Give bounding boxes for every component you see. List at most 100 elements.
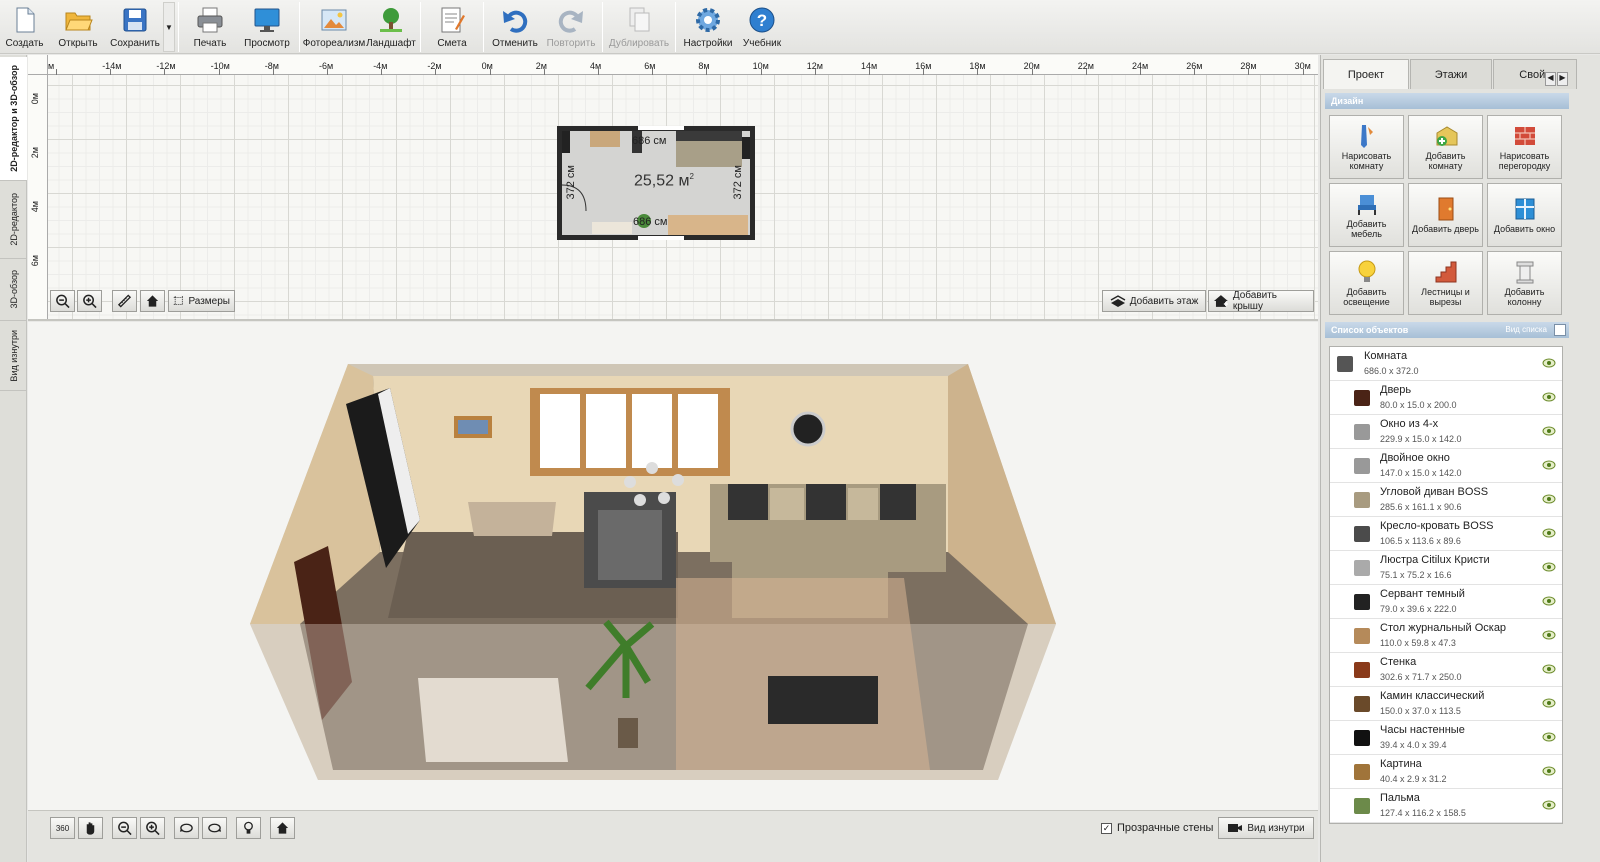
object-list-item[interactable]: Сервант темный 79.0 x 39.6 x 222.0 [1330,585,1562,619]
add-door-button[interactable]: Добавить дверь [1408,183,1483,247]
object-list-item[interactable]: Стол журнальный Оскар 110.0 x 59.8 x 47.3 [1330,619,1562,653]
visibility-eye-icon[interactable] [1542,596,1556,606]
estimate-button[interactable]: Смета [424,0,480,54]
visibility-eye-icon[interactable] [1542,392,1556,402]
visibility-eye-icon[interactable] [1542,698,1556,708]
object-list-item[interactable]: Стенка 302.6 x 71.7 x 250.0 [1330,653,1562,687]
visibility-eye-icon[interactable] [1542,528,1556,538]
visibility-eye-icon[interactable] [1542,800,1556,810]
zoom-out-button[interactable] [50,290,75,312]
tab-2d-and-3d[interactable]: 2D-редактор и 3D-обзор [0,57,27,181]
list-view-icon[interactable] [1554,324,1566,336]
visibility-eye-icon[interactable] [1542,630,1556,640]
measure-button[interactable] [112,290,137,312]
object-list-item[interactable]: Картина 40.4 x 2.9 x 31.2 [1330,755,1562,789]
inside-view-button[interactable]: Вид изнутри [1218,817,1314,839]
zoom-in-button[interactable] [77,290,102,312]
object-list-item[interactable]: Дверь 80.0 x 15.0 x 200.0 [1330,381,1562,415]
preview-button[interactable]: Просмотр [238,0,296,54]
rotate-360-button[interactable]: 360 [50,817,75,839]
home-3d-button[interactable] [270,817,295,839]
save-dropdown-button[interactable]: ▼ [163,2,175,52]
tab-inside-view[interactable]: Вид изнутри [0,321,27,391]
print-button[interactable]: Печать [182,0,238,54]
rotate-left-button[interactable] [174,817,199,839]
object-name: Угловой диван BOSS [1380,486,1489,498]
view-3d[interactable] [28,322,1318,810]
zoom-out-3d-button[interactable] [112,817,137,839]
object-list-item[interactable]: Угловой диван BOSS 285.6 x 161.1 x 90.6 [1330,483,1562,517]
home-view-button[interactable] [140,290,165,312]
object-list-item[interactable]: Двойное окно 147.0 x 15.0 x 142.0 [1330,449,1562,483]
rotate-right-button[interactable] [202,817,227,839]
object-list-item[interactable]: Пальма 127.4 x 116.2 x 158.5 [1330,789,1562,823]
draw-room-button[interactable]: Нарисовать комнату [1329,115,1404,179]
visibility-eye-icon[interactable] [1542,562,1556,572]
plan-2d-editor[interactable]: м -14м -12м -10м -8м -6м -4м -2м 0м 2м 4м 6м 8м 10м 12… [28,55,1318,321]
ruler-label: -14м [102,61,122,71]
visibility-eye-icon[interactable] [1542,766,1556,776]
transparent-walls-toggle[interactable]: ✓ Прозрачные стены [1101,822,1213,834]
object-list-item[interactable]: Комната 686.0 x 372.0 [1330,347,1562,381]
tab-floors[interactable]: Этажи [1410,59,1492,89]
stairs-cutouts-button[interactable]: Лестницы и вырезы [1408,251,1483,315]
zoom-in-3d-button[interactable] [140,817,165,839]
duplicate-button[interactable]: Дублировать [606,0,672,54]
fireplace-icon [1354,696,1370,712]
create-button[interactable]: Создать [0,0,49,54]
dim-top-label: 686 см [632,135,667,147]
object-list-item[interactable]: Камин классический 150.0 x 37.0 x 113.5 [1330,687,1562,721]
objects-list[interactable]: Комната 686.0 x 372.0 Дверь 80.0 x 15.0 x 2… [1329,346,1563,824]
landscape-button[interactable]: Ландшафт [365,0,417,54]
tab-project[interactable]: Проект [1323,59,1409,89]
object-list-item[interactable]: Часы настенные 39.4 x 4.0 x 39.4 [1330,721,1562,755]
draw-room-icon [1360,125,1373,148]
zoom-in-icon [83,294,97,309]
tabs-scroll-right[interactable]: ▶ [1557,72,1568,86]
undo-button[interactable]: Отменить [487,0,543,54]
save-button[interactable]: Сохранить [107,0,163,54]
zoom-out-icon [56,294,70,309]
ruler-tick [164,69,166,75]
ruler-label: 2м [30,147,40,159]
add-room-button[interactable]: Добавить комнату [1408,115,1483,179]
list-view-label[interactable]: Вид списка [1505,322,1547,338]
visibility-eye-icon[interactable] [1542,426,1556,436]
ruler-label: 0м [481,61,493,71]
tab-2d-editor[interactable]: 2D-редактор [0,181,27,259]
object-dimensions: 39.4 x 4.0 x 39.4 [1380,740,1447,750]
printer-icon [197,7,223,33]
object-list-item[interactable]: Окно из 4-х 229.9 x 15.0 x 142.0 [1330,415,1562,449]
object-name: Камин классический [1380,690,1485,702]
visibility-eye-icon[interactable] [1542,460,1556,470]
tab-3d-view[interactable]: 3D-обзор [0,259,27,321]
ruler-icon [117,294,132,308]
transparent-walls-checkbox[interactable]: ✓ [1101,822,1112,834]
settings-button[interactable]: Настройки [679,0,737,54]
visibility-eye-icon[interactable] [1542,494,1556,504]
tabs-scroll-left[interactable]: ◀ [1545,72,1556,86]
object-list-item[interactable]: Кресло-кровать BOSS 106.5 x 113.6 x 89.6 [1330,517,1562,551]
add-floor-button[interactable]: Добавить этаж [1102,290,1206,312]
ruler-label: -12м [156,61,176,71]
photorealism-button[interactable]: Фотореализм [303,0,365,54]
add-furniture-button[interactable]: Добавить мебель [1329,183,1404,247]
tutorial-button[interactable]: ? Учебник [737,0,787,54]
visibility-eye-icon[interactable] [1542,664,1556,674]
visibility-eye-icon[interactable] [1542,358,1556,368]
dim-right-label: 372 см [732,165,744,200]
open-button[interactable]: Открыть [49,0,107,54]
visibility-eye-icon[interactable] [1542,732,1556,742]
add-window-button[interactable]: Добавить окно [1487,183,1562,247]
lighting-button[interactable] [236,817,261,839]
object-list-item[interactable]: Люстра Citilux Кристи 75.1 x 75.2 x 16.6 [1330,551,1562,585]
ruler-tick [272,69,274,75]
draw-partition-button[interactable]: Нарисовать перегородку [1487,115,1562,179]
add-column-button[interactable]: Добавить колонну [1487,251,1562,315]
pan-button[interactable] [78,817,103,839]
redo-button[interactable]: Повторить [543,0,599,54]
dimensions-button[interactable]: Размеры [168,290,235,312]
add-roof-button[interactable]: Добавить крышу [1208,290,1314,312]
add-lighting-button[interactable]: Добавить освещение [1329,251,1404,315]
object-name: Пальма [1380,792,1420,804]
